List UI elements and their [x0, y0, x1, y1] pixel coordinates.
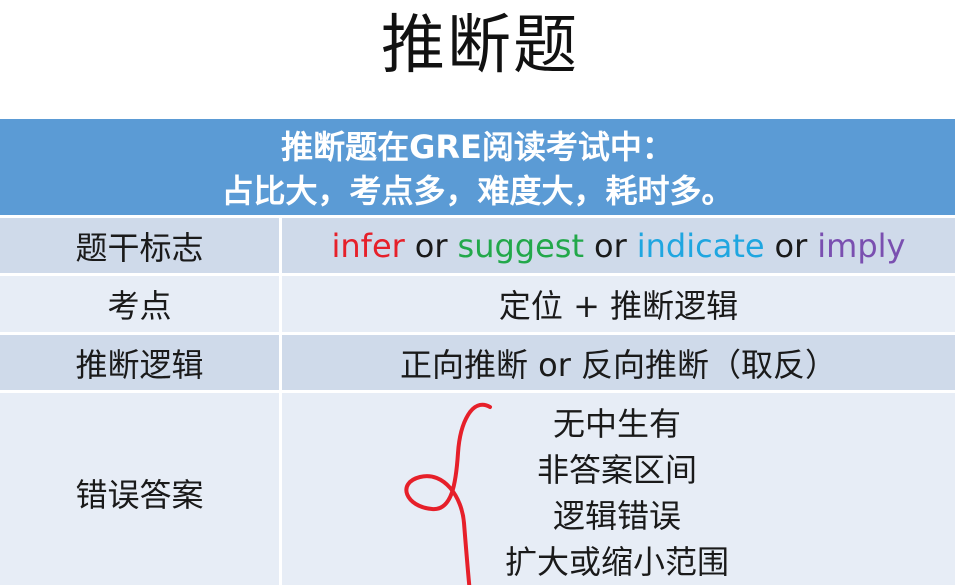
keyword-indicate: indicate — [636, 226, 765, 265]
keyword-imply: imply — [817, 226, 906, 265]
row-label-inference-logic: 推断逻辑 — [0, 335, 282, 390]
table-row-wrong-answers: 错误答案 无中生有 非答案区间 逻辑错误 扩大或缩小范围 — [0, 393, 955, 585]
row-value-keywords: infer or suggest or indicate or imply — [282, 218, 955, 273]
summary-table: 推断题在GRE阅读考试中： 占比大，考点多，难度大，耗时多。 题干标志 infe… — [0, 119, 955, 585]
slide-title: 推断题 — [381, 9, 579, 83]
keyword-suggest: suggest — [457, 226, 584, 265]
connector-or: or — [594, 226, 627, 265]
row-label-test-point: 考点 — [0, 276, 282, 332]
list-item: 非答案区间 — [536, 451, 697, 489]
header-line-1: 推断题在GRE阅读考试中： — [281, 128, 674, 166]
wrong-answer-list: 无中生有 非答案区间 逻辑错误 扩大或缩小范围 — [487, 401, 747, 585]
list-item: 无中生有 — [552, 405, 681, 443]
table-row-test-point: 考点 定位 + 推断逻辑 — [0, 276, 955, 335]
table-header: 推断题在GRE阅读考试中： 占比大，考点多，难度大，耗时多。 — [0, 119, 955, 218]
row-label-question-stem: 题干标志 — [0, 218, 282, 273]
header-line-2: 占比大，考点多，难度大，耗时多。 — [221, 172, 734, 210]
row-value-test-point: 定位 + 推断逻辑 — [498, 287, 739, 325]
table-row-question-stem: 题干标志 infer or suggest or indicate or imp… — [0, 218, 955, 276]
row-label-wrong-answers: 错误答案 — [0, 393, 282, 585]
row-value-inference-logic: 正向推断 or 反向推断（取反） — [399, 345, 838, 384]
keyword-infer: infer — [331, 226, 405, 265]
connector-or: or — [414, 226, 448, 265]
list-item: 逻辑错误 — [552, 497, 681, 535]
list-item: 扩大或缩小范围 — [504, 543, 729, 581]
connector-or: or — [774, 226, 808, 265]
row-value-wrong-answers: 无中生有 非答案区间 逻辑错误 扩大或缩小范围 — [282, 393, 955, 585]
table-row-inference-logic: 推断逻辑 正向推断 or 反向推断（取反） — [0, 335, 955, 393]
